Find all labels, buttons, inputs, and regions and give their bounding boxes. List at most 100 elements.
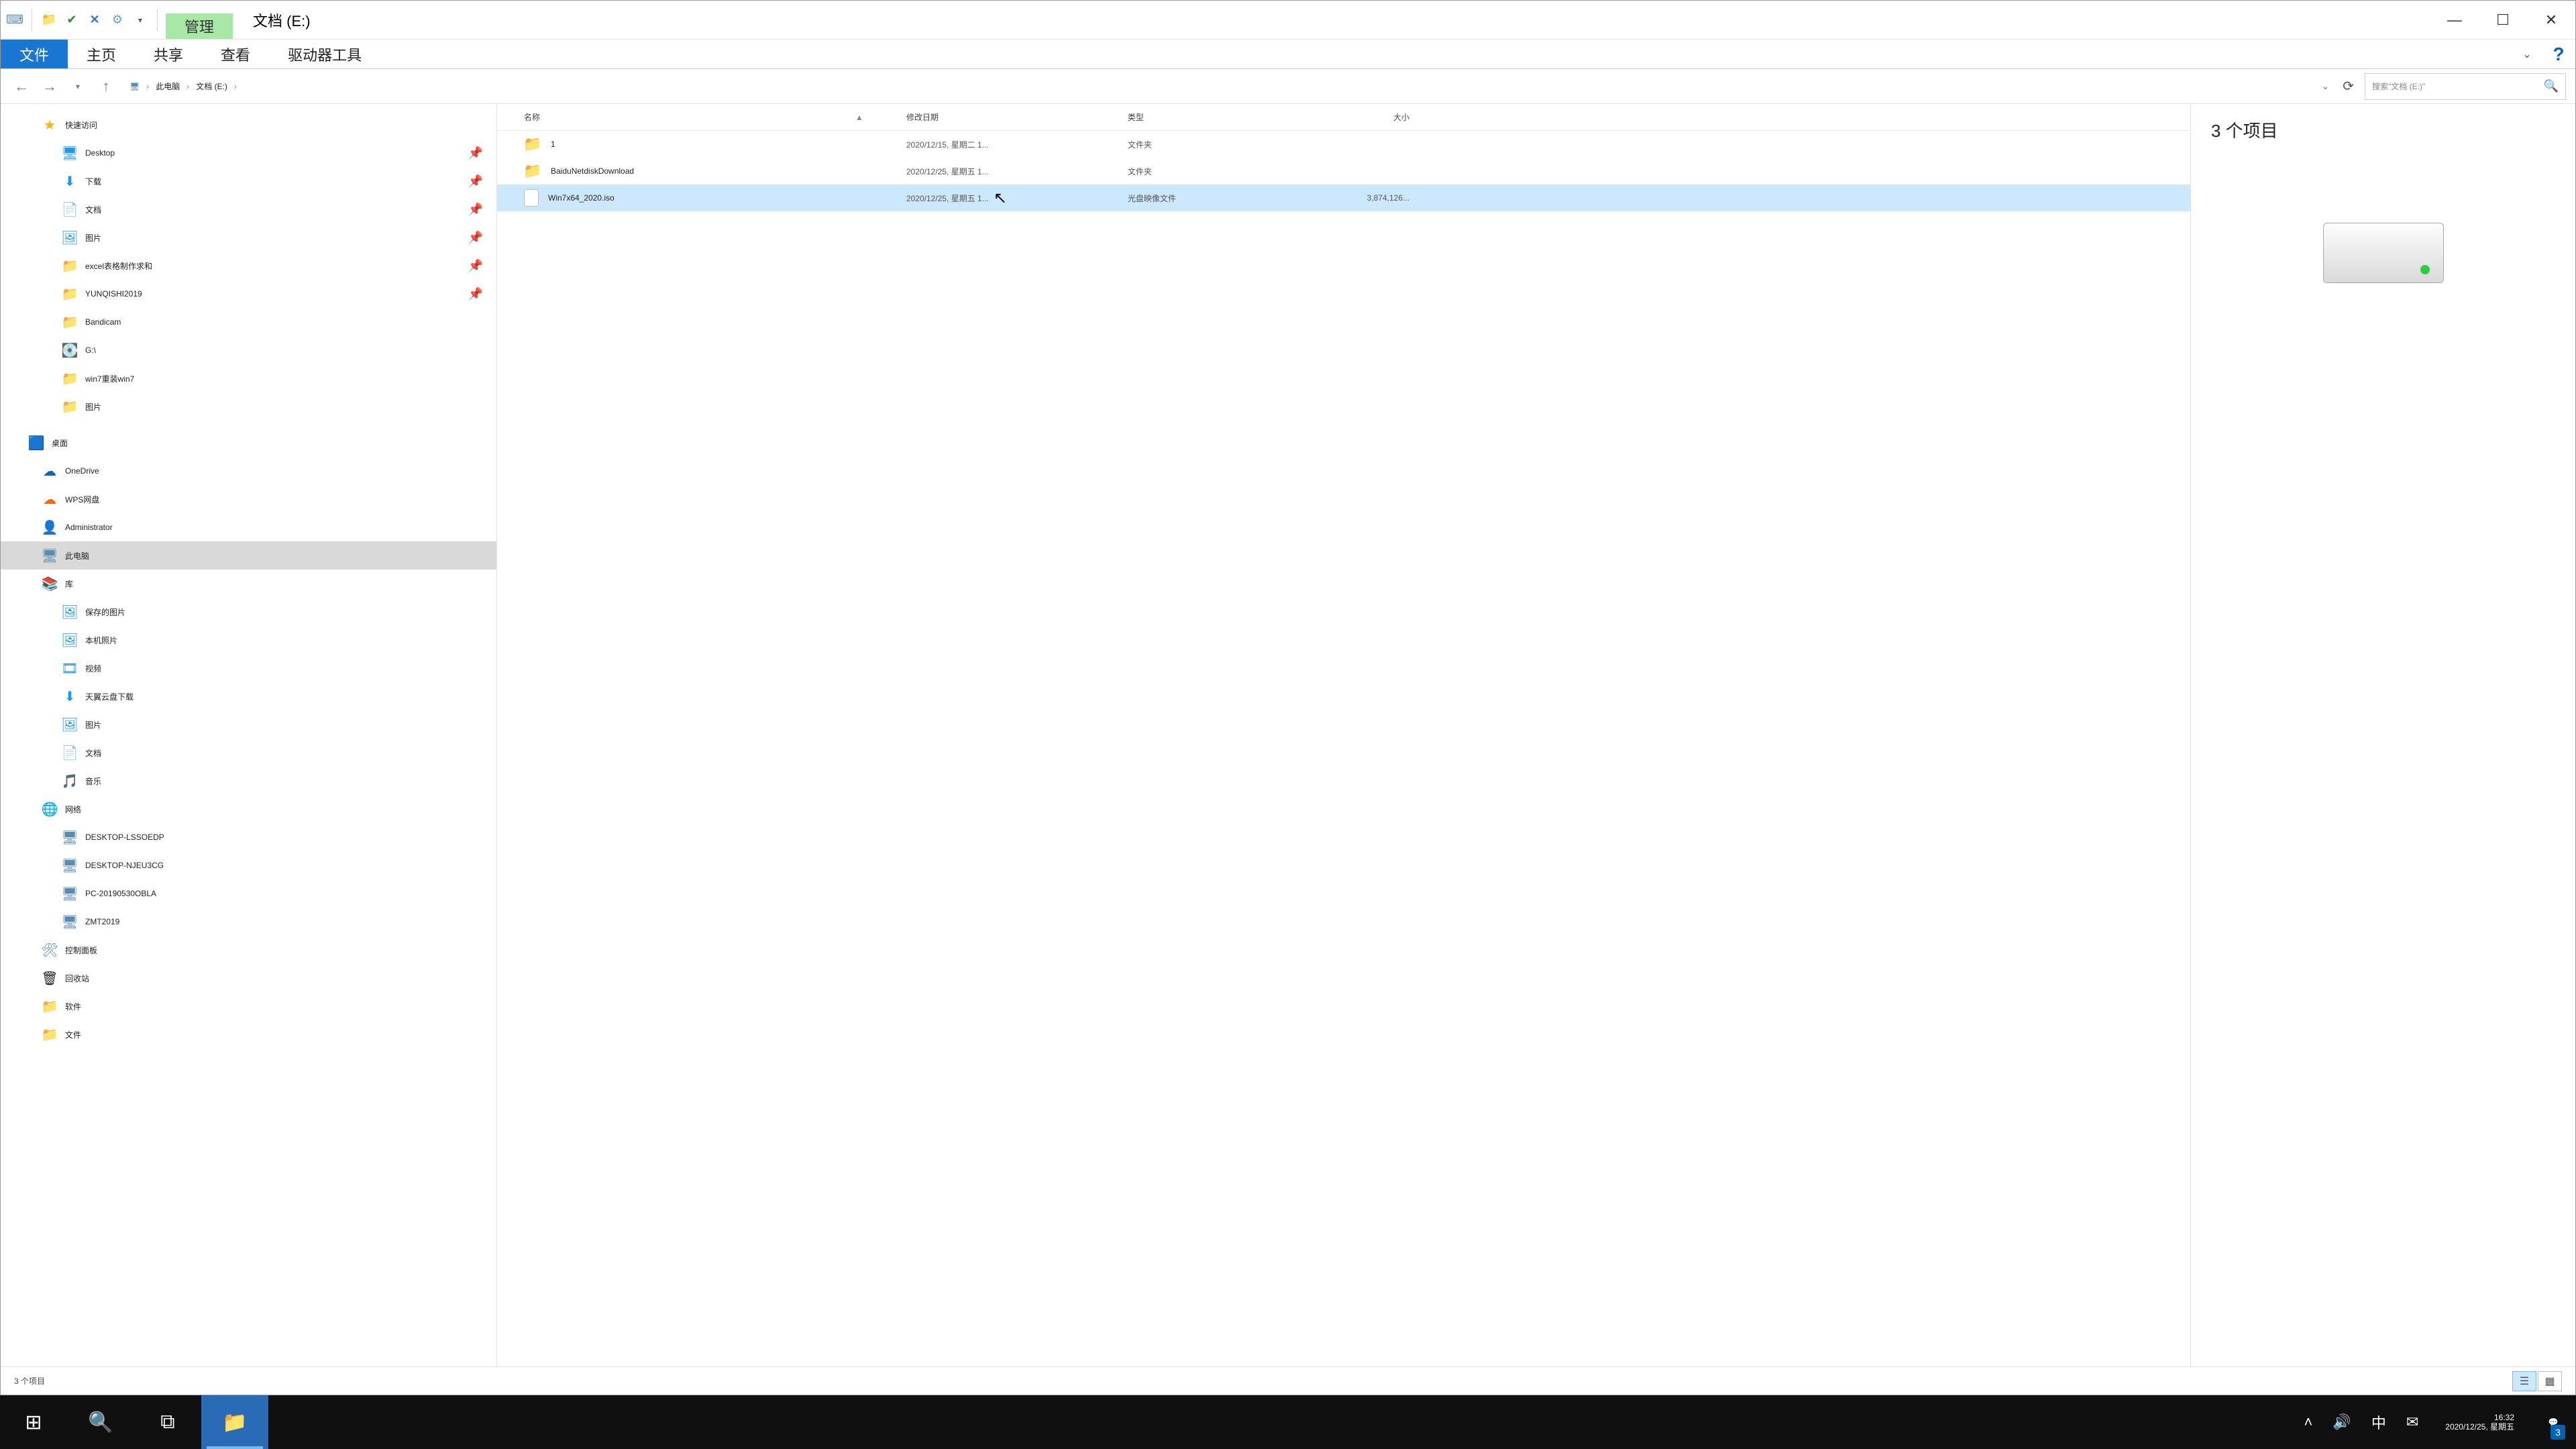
clock[interactable]: 16:32 2020/12/25, 星期五 <box>2433 1413 2526 1432</box>
task-view-button[interactable]: ⧉ <box>134 1395 201 1449</box>
tree-videos[interactable]: 🎞视频 <box>1 654 496 682</box>
file-row[interactable]: 📁BaiduNetdiskDownload2020/12/25, 星期五 1..… <box>497 158 2190 184</box>
qat-dropdown-icon[interactable]: ▾ <box>130 10 150 30</box>
tree-win7reinstall[interactable]: 📁win7重装win7 <box>1 364 496 392</box>
recent-dropdown-icon[interactable]: ▾ <box>66 75 89 98</box>
pin-icon: 📌 <box>468 174 483 189</box>
check-icon[interactable]: ✔ <box>62 10 82 30</box>
tree-network-pc2[interactable]: 🖥DESKTOP-NJEU3CG <box>1 851 496 879</box>
chevron-right-icon[interactable]: › <box>182 82 193 91</box>
file-date: 2020/12/15, 星期二 1... <box>906 139 1128 150</box>
tree-desktop-group[interactable]: 🟦桌面 <box>1 429 496 457</box>
tree-wps[interactable]: ☁WPS网盘 <box>1 485 496 513</box>
file-row[interactable]: 📁12020/12/15, 星期二 1...文件夹 <box>497 131 2190 158</box>
breadcrumb-root[interactable]: 此电脑 <box>156 80 180 92</box>
close-button[interactable]: ✕ <box>2527 1 2575 39</box>
tree-network[interactable]: 🌐网络 <box>1 795 496 823</box>
start-button[interactable]: ⊞ <box>0 1395 67 1449</box>
search-button[interactable]: 🔍 <box>67 1395 134 1449</box>
view-tab[interactable]: 查看 <box>202 40 269 68</box>
action-center-button[interactable]: 💬 3 <box>2536 1395 2571 1449</box>
tree-pictures2[interactable]: 📁图片 <box>1 392 496 421</box>
back-button[interactable]: ← <box>10 75 33 98</box>
file-rows[interactable]: ↖ 📁12020/12/15, 星期二 1...文件夹📁BaiduNetdisk… <box>497 131 2190 1366</box>
pictures-icon: 🖼 <box>61 631 78 649</box>
tree-desktop[interactable]: 🖥Desktop📌 <box>1 139 496 167</box>
volume-icon[interactable]: 🔊 <box>2327 1395 2356 1449</box>
search-icon[interactable]: 🔍 <box>2544 79 2559 93</box>
column-type[interactable]: 类型 <box>1128 111 1316 123</box>
tree-music[interactable]: 🎵音乐 <box>1 767 496 795</box>
search-input[interactable]: 搜索"文档 (E:)" 🔍 <box>2365 73 2566 100</box>
tree-lib-pictures[interactable]: 🖼图片 <box>1 710 496 739</box>
details-view-button[interactable]: ☰ <box>2512 1371 2536 1391</box>
file-row[interactable]: Win7x64_2020.iso2020/12/25, 星期五 1...光盘映像… <box>497 184 2190 211</box>
share-tab[interactable]: 共享 <box>135 40 202 68</box>
explorer-taskbar-button[interactable]: 📁 <box>201 1395 268 1449</box>
tray-app-icon[interactable]: ✉ <box>2401 1395 2424 1449</box>
maximize-button[interactable]: ☐ <box>2479 1 2527 39</box>
pin-icon: 📌 <box>468 287 483 301</box>
folder-icon: 📁 <box>61 398 78 415</box>
tree-tianyi[interactable]: ⬇天翼云盘下载 <box>1 682 496 710</box>
tree-libraries[interactable]: 📚库 <box>1 570 496 598</box>
tree-saved-pics[interactable]: 🖼保存的图片 <box>1 598 496 626</box>
tree-bandicam[interactable]: 📁Bandicam <box>1 308 496 336</box>
tree-admin[interactable]: 👤Administrator <box>1 513 496 541</box>
minimize-button[interactable]: — <box>2430 1 2479 39</box>
tree-onedrive[interactable]: ☁OneDrive <box>1 457 496 485</box>
window-controls: — ☐ ✕ <box>2430 1 2575 39</box>
tray-overflow-icon[interactable]: ˄ <box>2299 1395 2318 1449</box>
qat-separator-2 <box>157 9 158 31</box>
tree-camera-roll[interactable]: 🖼本机照片 <box>1 626 496 654</box>
chevron-right-icon[interactable]: › <box>230 82 241 91</box>
tree-yunqishi[interactable]: 📁YUNQISHI2019📌 <box>1 280 496 308</box>
tree-recycle[interactable]: 🗑回收站 <box>1 964 496 992</box>
file-name: BaiduNetdiskDownload <box>551 166 634 176</box>
tree-software[interactable]: 📁软件 <box>1 992 496 1020</box>
icons-view-button[interactable]: ▦ <box>2538 1371 2562 1391</box>
settings-icon[interactable]: ⚙ <box>107 10 127 30</box>
address-dropdown-icon[interactable]: ⌄ <box>2316 80 2335 92</box>
tree-network-pc4[interactable]: 🖥ZMT2019 <box>1 908 496 936</box>
tree-pictures[interactable]: 🖼图片📌 <box>1 223 496 252</box>
navigation-tree[interactable]: ★快速访问 🖥Desktop📌 ⬇下载📌 📄文档📌 🖼图片📌 📁excel表格制… <box>1 104 497 1366</box>
file-name: Win7x64_2020.iso <box>548 193 614 203</box>
tree-control-panel[interactable]: 🛠控制面板 <box>1 936 496 964</box>
drive-tools-tab[interactable]: 驱动器工具 <box>269 40 380 68</box>
tree-network-pc1[interactable]: 🖥DESKTOP-LSSOEDP <box>1 823 496 851</box>
column-date[interactable]: 修改日期 <box>906 111 1128 123</box>
help-icon[interactable]: ? <box>2542 40 2575 68</box>
forward-button[interactable]: → <box>38 75 61 98</box>
refresh-icon[interactable]: ⟳ <box>2337 78 2359 95</box>
tree-excel[interactable]: 📁excel表格制作求和📌 <box>1 252 496 280</box>
breadcrumb[interactable]: 🖥 › 此电脑 › 文档 (E:) › <box>123 73 248 100</box>
tree-gdrive[interactable]: 💽G:\ <box>1 336 496 364</box>
document-icon: 📄 <box>61 201 78 218</box>
home-tab[interactable]: 主页 <box>68 40 135 68</box>
folder-icon: 📁 <box>61 313 78 331</box>
file-tab[interactable]: 文件 <box>1 40 68 68</box>
column-size[interactable]: 大小 <box>1316 111 1423 123</box>
tree-lib-documents[interactable]: 📄文档 <box>1 739 496 767</box>
tree-network-pc3[interactable]: 🖥PC-20190530OBLA <box>1 879 496 908</box>
close-file-icon[interactable]: ✕ <box>85 10 105 30</box>
tree-files[interactable]: 📁文件 <box>1 1020 496 1049</box>
tree-downloads[interactable]: ⬇下载📌 <box>1 167 496 195</box>
manage-context-tab[interactable]: 管理 <box>166 13 233 39</box>
tree-documents[interactable]: 📄文档📌 <box>1 195 496 223</box>
chevron-right-icon[interactable]: › <box>142 82 153 91</box>
folder-icon[interactable]: 📁 <box>39 10 59 30</box>
ribbon-expand-icon[interactable]: ⌄ <box>2512 40 2542 68</box>
up-button[interactable]: ↑ <box>95 75 117 98</box>
file-date: 2020/12/25, 星期五 1... <box>906 166 1128 177</box>
tree-this-pc[interactable]: 🖥此电脑 <box>1 541 496 570</box>
pictures-icon: 🖼 <box>61 603 78 621</box>
breadcrumb-current[interactable]: 文档 (E:) <box>196 80 227 92</box>
library-icon: 📚 <box>41 575 58 592</box>
tree-quick-access[interactable]: ★快速访问 <box>1 111 496 139</box>
ime-indicator[interactable]: 中 <box>2366 1395 2392 1449</box>
app-icon[interactable]: ⌨ <box>5 10 25 30</box>
document-icon: 📄 <box>61 744 78 761</box>
column-name[interactable]: 名称▲ <box>524 111 906 123</box>
